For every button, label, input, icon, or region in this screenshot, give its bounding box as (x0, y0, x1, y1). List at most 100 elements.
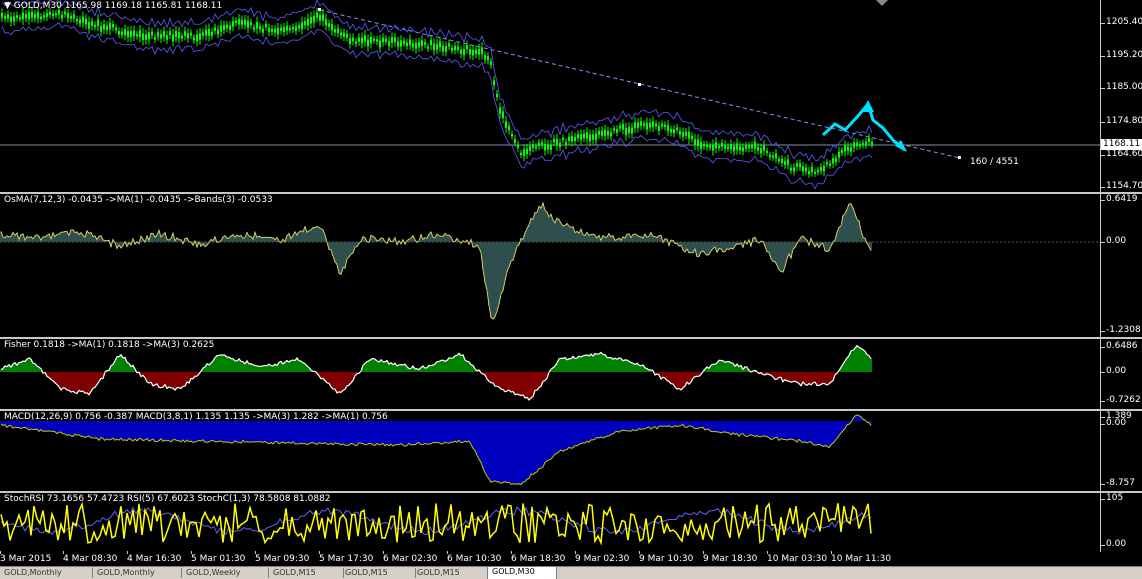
candle-body (274, 28, 276, 33)
tab-gold-monthly[interactable]: GOLD,Monthly (0, 568, 93, 578)
candle-body (712, 144, 714, 151)
fisher-scale[interactable]: 0.6486 0.00 -0.7262 (1100, 339, 1142, 409)
candle-body (604, 129, 606, 136)
candle-body (145, 34, 147, 40)
candle-body (634, 122, 636, 129)
candle-body (280, 27, 282, 31)
candle-body (106, 25, 108, 31)
candle-body (838, 151, 840, 158)
candle-body (451, 47, 453, 51)
time-axis[interactable]: 3 Mar 2015 4 Mar 08:30 4 Mar 16:30 5 Mar… (0, 551, 1142, 566)
candle-body (298, 25, 300, 29)
scroll-grip-icon[interactable] (876, 0, 888, 6)
macd-pane[interactable]: MACD(12,26,9) 0.756 -0.387 MACD(3,8,1) 1… (0, 411, 1100, 491)
tab-gold-m15[interactable]: GOLD,M15 (269, 568, 344, 578)
candle-body (121, 31, 123, 35)
tab-gold-m15[interactable]: GOLD,M15 (341, 568, 416, 578)
candle-body (520, 152, 522, 156)
stoch-pane[interactable]: StochRSI 73.1656 57.4723 RSI(5) 67.6023 … (0, 493, 1100, 552)
fisher-pane[interactable]: Fisher 0.1818 ->MA(1) 0.1818 ->MA(3) 0.2… (0, 339, 1100, 409)
time-label: 4 Mar 08:30 (63, 551, 118, 564)
candle-body (799, 163, 801, 168)
candle-body (484, 55, 486, 60)
candle-body (850, 147, 852, 152)
candle-body (817, 170, 819, 173)
candle-body (103, 24, 105, 30)
candle-body (31, 11, 33, 18)
candle-body (730, 143, 732, 150)
candle-body (385, 38, 387, 42)
candle-body (781, 158, 783, 163)
candle-body (373, 38, 375, 41)
candle-body (322, 14, 324, 21)
candle-body (748, 145, 750, 149)
price-tick: 1195.20 (1100, 50, 1142, 60)
candle-body (676, 127, 678, 131)
candle-body (832, 158, 834, 164)
bar-counter: 160 / 4551 (970, 157, 1019, 167)
candle-body (283, 27, 285, 32)
candle-body (22, 12, 24, 20)
candle-body (409, 39, 411, 46)
candle-body (790, 167, 792, 171)
candle-body (808, 170, 810, 175)
trendline-anchor (958, 156, 961, 159)
candle-body (346, 33, 348, 38)
stoch-scale[interactable]: 105 0.00 (1100, 493, 1142, 552)
candle-body (286, 25, 288, 31)
tab-gold-weekly[interactable]: GOLD,Weekly (182, 568, 269, 578)
price-chart-pane[interactable]: ▼ GOLD,M30 1165.98 1169.18 1165.81 1168.… (0, 0, 1100, 192)
macd-scale[interactable]: 1.389 0.00 -8.757 (1100, 411, 1142, 491)
candle-body (445, 46, 447, 52)
candle-body (796, 163, 798, 167)
time-label: 3 Mar 2015 (0, 551, 52, 564)
candle-body (721, 142, 723, 147)
candle-body (871, 141, 873, 145)
candle-body (478, 48, 480, 55)
candle-body (559, 142, 561, 147)
candle-body (583, 133, 585, 139)
tab-gold-monthly[interactable]: GOLD,Monthly (93, 568, 182, 578)
candle-body (187, 33, 189, 39)
candle-body (220, 25, 222, 32)
candle-body (529, 145, 531, 152)
candle-body (310, 17, 312, 24)
candle-body (652, 121, 654, 128)
candle-body (724, 144, 726, 149)
candle-body (268, 27, 270, 33)
candle-body (505, 121, 507, 128)
candle-body (550, 144, 552, 150)
tab-gold-m15[interactable]: GOLD,M15 (413, 568, 488, 578)
time-label: 6 Mar 02:30 (383, 551, 438, 564)
candle-body (226, 24, 228, 29)
candle-body (199, 33, 201, 40)
candle-body (631, 127, 633, 134)
candle-body (202, 32, 204, 36)
candle-body (661, 123, 663, 127)
candle-body (454, 45, 456, 51)
candle-body (271, 28, 273, 32)
candle-body (16, 15, 18, 18)
candle-body (292, 26, 294, 30)
candle-body (223, 25, 225, 30)
candle-body (241, 19, 243, 25)
stoch-title: StochRSI 73.1656 57.4723 RSI(5) 67.6023 … (4, 494, 331, 504)
candle-body (358, 37, 360, 42)
candle-body (514, 138, 516, 143)
candle-body (232, 21, 234, 27)
candle-body (313, 15, 315, 23)
candle-body (805, 167, 807, 172)
candle-body (70, 15, 72, 19)
candle-body (55, 13, 57, 16)
osma-scale[interactable]: 0.6419 0.00 -1.2308 (1100, 194, 1142, 337)
candle-body (1, 12, 3, 18)
candle-body (613, 128, 615, 131)
tab-gold-m30[interactable]: GOLD,M30 (487, 566, 557, 579)
candle-body (367, 39, 369, 47)
candle-body (556, 139, 558, 146)
price-scale[interactable]: 1205.40 1195.20 1185.00 1174.80 1164.60 … (1100, 0, 1142, 192)
candle-body (82, 16, 84, 23)
candle-body (733, 146, 735, 152)
osma-pane[interactable]: OsMA(7,12,3) -0.0435 ->MA(1) -0.0435 ->B… (0, 194, 1100, 337)
time-label: 10 Mar 11:30 (831, 551, 892, 564)
